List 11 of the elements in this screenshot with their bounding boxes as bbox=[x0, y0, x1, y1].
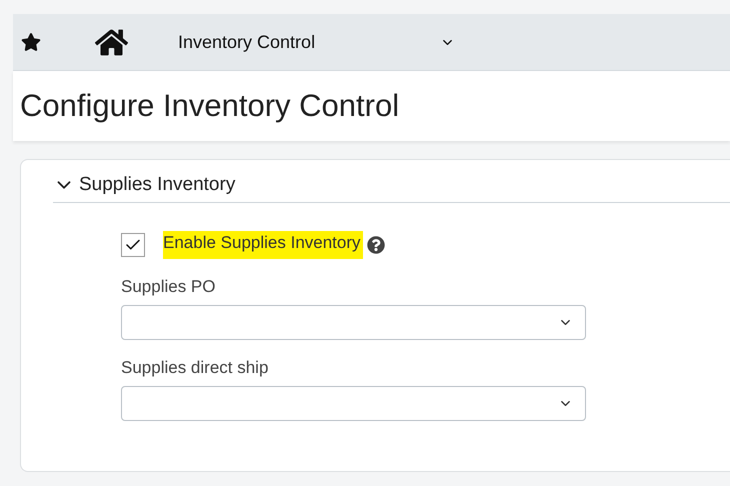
module-dropdown[interactable]: Inventory Control bbox=[178, 32, 456, 52]
page-title: Configure Inventory Control bbox=[20, 88, 400, 124]
favorite-star-icon[interactable] bbox=[21, 32, 41, 52]
help-icon[interactable] bbox=[366, 236, 385, 254]
select-field[interactable] bbox=[121, 386, 586, 421]
section-header[interactable]: Supplies Inventory bbox=[53, 174, 730, 203]
checkbox-label: Enable Supplies Inventory bbox=[163, 231, 363, 259]
checkbox[interactable] bbox=[121, 233, 145, 257]
field-label: Supplies direct ship bbox=[121, 358, 270, 378]
field-label: Supplies PO bbox=[121, 277, 216, 297]
select-field[interactable] bbox=[121, 305, 586, 340]
